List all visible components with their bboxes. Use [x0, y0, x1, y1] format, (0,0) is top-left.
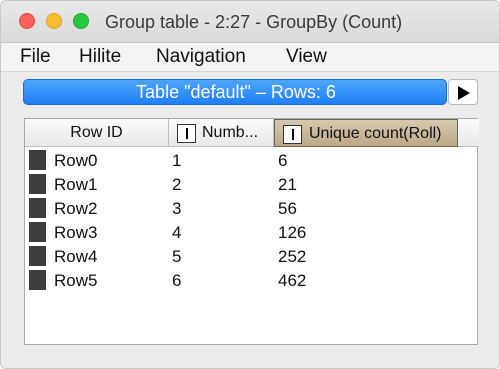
menu-hilite[interactable]: Hilite	[79, 46, 121, 68]
table-menu-button[interactable]	[448, 79, 478, 105]
table-name-label: Table "default" – Rows: 6	[136, 82, 336, 102]
table-row[interactable]: Row0 1 6	[25, 148, 458, 172]
unique-count-cell: 462	[278, 271, 307, 290]
row-color-swatch	[29, 150, 46, 170]
unique-count-cell: 21	[278, 175, 297, 194]
column-header-label: Row ID	[70, 124, 123, 141]
column-header-unique-count[interactable]: Unique count(Roll)	[274, 119, 458, 147]
table-row[interactable]: Row3 4 126	[25, 220, 458, 244]
row-id-cell: Row5	[54, 271, 98, 290]
number-cell: 6	[172, 271, 182, 290]
table-row[interactable]: Row1 2 21	[25, 172, 458, 196]
row-id-cell: Row0	[54, 151, 98, 170]
table-row[interactable]: Row5 6 462	[25, 268, 458, 292]
column-header-label: Unique count(Roll)	[309, 125, 442, 142]
row-id-cell: Row1	[54, 175, 98, 194]
menu-view[interactable]: View	[286, 46, 327, 68]
close-window-icon[interactable]	[19, 13, 35, 29]
column-header-filler	[458, 119, 479, 147]
menu-bar: File Hilite Navigation View	[1, 43, 499, 72]
unique-count-cell: 252	[278, 247, 307, 266]
number-cell: 1	[172, 151, 182, 170]
number-cell: 2	[172, 175, 182, 194]
integer-type-icon	[283, 125, 302, 144]
row-id-cell: Row3	[54, 223, 98, 242]
unique-count-cell: 126	[278, 223, 307, 242]
row-color-swatch	[29, 174, 46, 194]
menu-file[interactable]: File	[20, 46, 51, 68]
number-cell: 5	[172, 247, 182, 266]
data-table[interactable]: Row ID Numb... Unique count(Roll) Row0 1…	[24, 118, 479, 345]
title-bar[interactable]: Group table - 2:27 - GroupBy (Count)	[1, 1, 499, 43]
column-header-number[interactable]: Numb...	[169, 119, 274, 147]
column-header-label: Numb...	[202, 124, 259, 141]
table-name-bar[interactable]: Table "default" – Rows: 6	[23, 79, 447, 105]
row-color-swatch	[29, 222, 46, 242]
play-arrow-icon	[458, 86, 470, 100]
number-cell: 4	[172, 223, 182, 242]
table-row[interactable]: Row4 5 252	[25, 244, 458, 268]
number-cell: 3	[172, 199, 182, 218]
menu-navigation[interactable]: Navigation	[156, 46, 246, 68]
row-color-swatch	[29, 198, 46, 218]
unique-count-cell: 6	[278, 151, 288, 170]
column-header-row-id[interactable]: Row ID	[25, 119, 169, 147]
row-color-swatch	[29, 246, 46, 266]
unique-count-cell: 56	[278, 199, 297, 218]
row-color-swatch	[29, 270, 46, 290]
integer-type-icon	[177, 124, 196, 143]
table-row[interactable]: Row2 3 56	[25, 196, 458, 220]
row-id-cell: Row2	[54, 199, 98, 218]
group-table-window: Group table - 2:27 - GroupBy (Count) Fil…	[0, 0, 500, 369]
row-id-cell: Row4	[54, 247, 98, 266]
maximize-window-icon[interactable]	[73, 13, 89, 29]
window-title: Group table - 2:27 - GroupBy (Count)	[105, 12, 403, 32]
minimize-window-icon[interactable]	[46, 13, 62, 29]
